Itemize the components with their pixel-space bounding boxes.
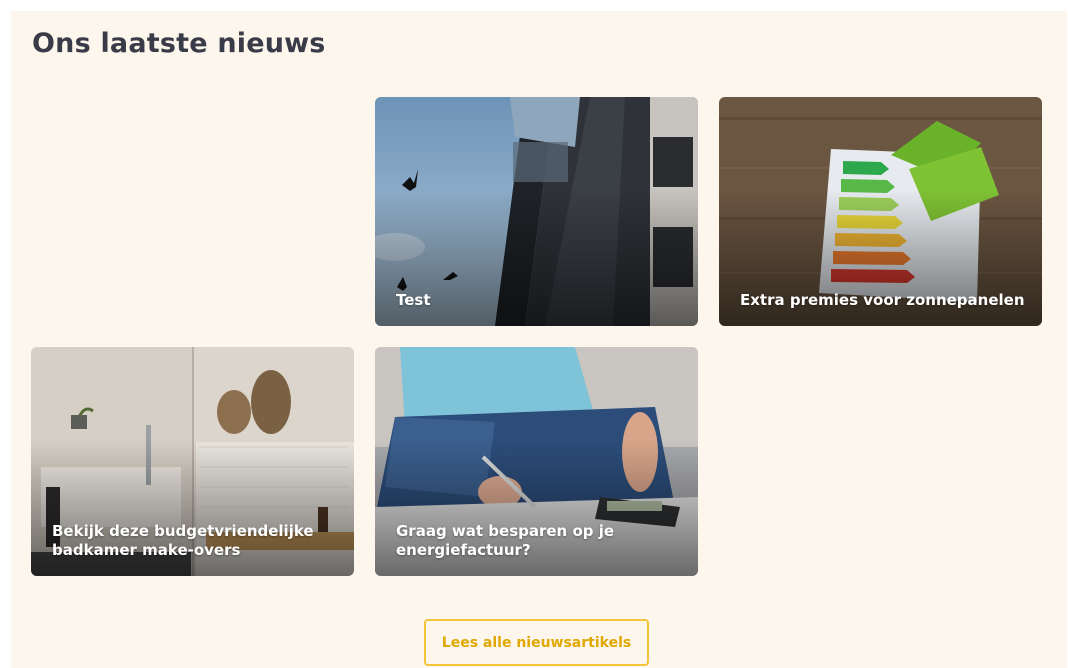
- news-card[interactable]: Bekijk deze budgetvriendelijke badkamer …: [31, 347, 354, 576]
- news-card[interactable]: Test: [375, 97, 698, 326]
- news-card-title: Extra premies voor zonnepanelen: [740, 291, 1025, 309]
- news-card-title: Bekijk deze budgetvriendelijke badkamer …: [52, 522, 314, 559]
- all-news-button[interactable]: Lees alle nieuwsartikels: [424, 619, 649, 666]
- news-card-title: Test: [396, 291, 431, 309]
- news-card-title: Graag wat besparen op je energiefactuur?: [396, 522, 615, 559]
- section-title: Ons laatste nieuws: [32, 28, 326, 59]
- news-card[interactable]: Extra premies voor zonnepanelen: [719, 97, 1042, 326]
- news-card[interactable]: Graag wat besparen op je energiefactuur?: [375, 347, 698, 576]
